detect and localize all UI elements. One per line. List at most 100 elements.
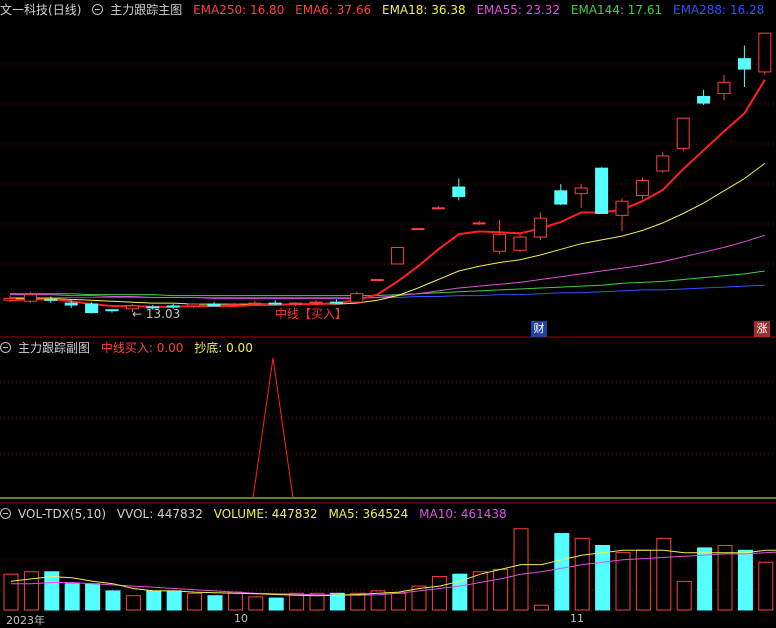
candle-body <box>329 301 343 304</box>
ema6-line <box>9 79 766 308</box>
candle-body <box>85 303 99 314</box>
candle-body <box>105 309 119 312</box>
volume-bar <box>64 583 80 611</box>
candle-body <box>248 302 262 305</box>
ma10-value: MA10: 461438 <box>419 507 507 521</box>
volume-bar <box>431 576 447 611</box>
volume-bar <box>125 595 141 611</box>
volume-bar <box>697 547 713 611</box>
volume-pane[interactable]: VOL-TDX(5,10) VVOL: 447832 VOLUME: 44783… <box>0 504 776 627</box>
period-label: (日线) <box>48 3 82 17</box>
volume-bar <box>23 571 39 611</box>
volume-bar <box>350 592 366 611</box>
volume-bar <box>207 595 223 611</box>
candle-body <box>370 279 384 282</box>
volume-bar <box>187 592 203 611</box>
candle-body <box>207 303 221 307</box>
volume-bar <box>105 590 121 611</box>
candle-body <box>411 228 425 231</box>
candle-body <box>513 236 527 251</box>
ema18-line <box>10 162 766 305</box>
candle-body <box>227 303 241 306</box>
volume-bar <box>717 545 733 611</box>
volume-bar <box>166 590 182 611</box>
sub-header: 主力跟踪副图 中线买入: 0.00 抄底: 0.00 <box>0 338 260 358</box>
main-header: 文一科技(日线) 主力跟踪主图 EMA250: 16.80 EMA6: 37.6… <box>0 0 771 20</box>
ema144-line <box>10 270 765 297</box>
volume-bar <box>268 597 284 611</box>
candle-body <box>615 200 629 216</box>
volume-bar <box>513 528 529 611</box>
candle-body <box>758 32 772 73</box>
volume-bar <box>85 583 101 611</box>
volume-bar <box>615 552 631 611</box>
volume-bar <box>758 561 774 611</box>
candle-body <box>717 81 731 95</box>
candle-body <box>289 302 303 305</box>
volume-bar <box>656 537 672 611</box>
volume-value: VOLUME: 447832 <box>213 507 318 521</box>
sub-buy-value: 中线买入: 0.00 <box>100 341 184 355</box>
ema250-value: EMA250: 16.80 <box>193 3 285 17</box>
candle-body <box>656 155 670 172</box>
sub-indicator-name[interactable]: 主力跟踪副图 <box>18 341 90 355</box>
ma5-value: MA5: 364524 <box>328 507 409 521</box>
candle-body <box>309 301 323 304</box>
volume-bar <box>472 571 488 611</box>
candle-body <box>187 303 201 307</box>
volume-bar <box>533 604 549 611</box>
volume-bar <box>737 549 753 611</box>
sub-indicator-toggle-icon[interactable] <box>0 342 11 353</box>
candle-body <box>3 297 17 301</box>
sub-chart-pane[interactable]: 主力跟踪副图 中线买入: 0.00 抄底: 0.00 <box>0 338 776 504</box>
sub-indicator-chart[interactable] <box>0 338 776 504</box>
candle-body <box>574 187 588 195</box>
vvol-value: VVOL: 447832 <box>116 507 203 521</box>
ema144-value: EMA144: 17.61 <box>570 3 663 17</box>
volume-header: VOL-TDX(5,10) VVOL: 447832 VOLUME: 44783… <box>0 504 514 524</box>
ema18-value: EMA18: 36.38 <box>381 3 466 17</box>
volume-bar <box>146 590 162 611</box>
candle-body <box>452 186 466 197</box>
volume-bar <box>248 596 264 611</box>
buy-signal-label: 中线【买入】 <box>275 307 348 321</box>
volume-indicator-name[interactable]: VOL-TDX(5,10) <box>18 507 106 521</box>
stock-title: 文一科技 <box>0 3 49 17</box>
limit-up-badge[interactable]: 涨 <box>754 321 770 337</box>
volume-bar <box>595 545 611 611</box>
volume-toggle-icon[interactable] <box>0 508 11 519</box>
volume-bar <box>574 537 590 611</box>
volume-bar <box>3 573 19 611</box>
buy-signal-spike <box>252 357 294 499</box>
indicator-toggle-icon[interactable] <box>92 4 104 15</box>
ema55-value: EMA55: 23.32 <box>476 3 561 17</box>
candle-body <box>533 217 547 238</box>
candle-body <box>391 246 405 265</box>
candle-body <box>350 293 364 303</box>
ema288-value: EMA288: 16.28 <box>672 3 765 17</box>
main-indicator-name[interactable]: 主力跟踪主图 <box>110 3 182 17</box>
candle-body <box>472 222 486 225</box>
low-price-label: ← 13.03 <box>132 307 181 321</box>
sub-bottom-value: 抄底: 0.00 <box>194 341 253 355</box>
candle-body <box>23 294 37 302</box>
candle-body <box>268 302 282 305</box>
candle-body <box>697 95 711 104</box>
main-candlestick-chart[interactable] <box>0 0 776 338</box>
candle-body <box>737 58 751 70</box>
date-label-1: 2023年 <box>6 614 45 627</box>
volume-bar <box>554 533 570 611</box>
volume-bar <box>391 592 407 611</box>
candle-body <box>554 190 568 205</box>
volume-bar <box>227 591 243 611</box>
candle-body <box>635 179 649 197</box>
candle-body <box>431 207 445 210</box>
candle-body <box>595 167 609 214</box>
candle-body <box>64 302 78 306</box>
candle-body <box>493 233 507 252</box>
ema6-value: EMA6: 37.66 <box>295 3 372 17</box>
volume-bar <box>493 568 509 611</box>
finance-badge[interactable]: 财 <box>531 321 547 337</box>
main-chart-pane[interactable]: 文一科技(日线) 主力跟踪主图 EMA250: 16.80 EMA6: 37.6… <box>0 0 776 338</box>
candle-body <box>44 298 58 301</box>
